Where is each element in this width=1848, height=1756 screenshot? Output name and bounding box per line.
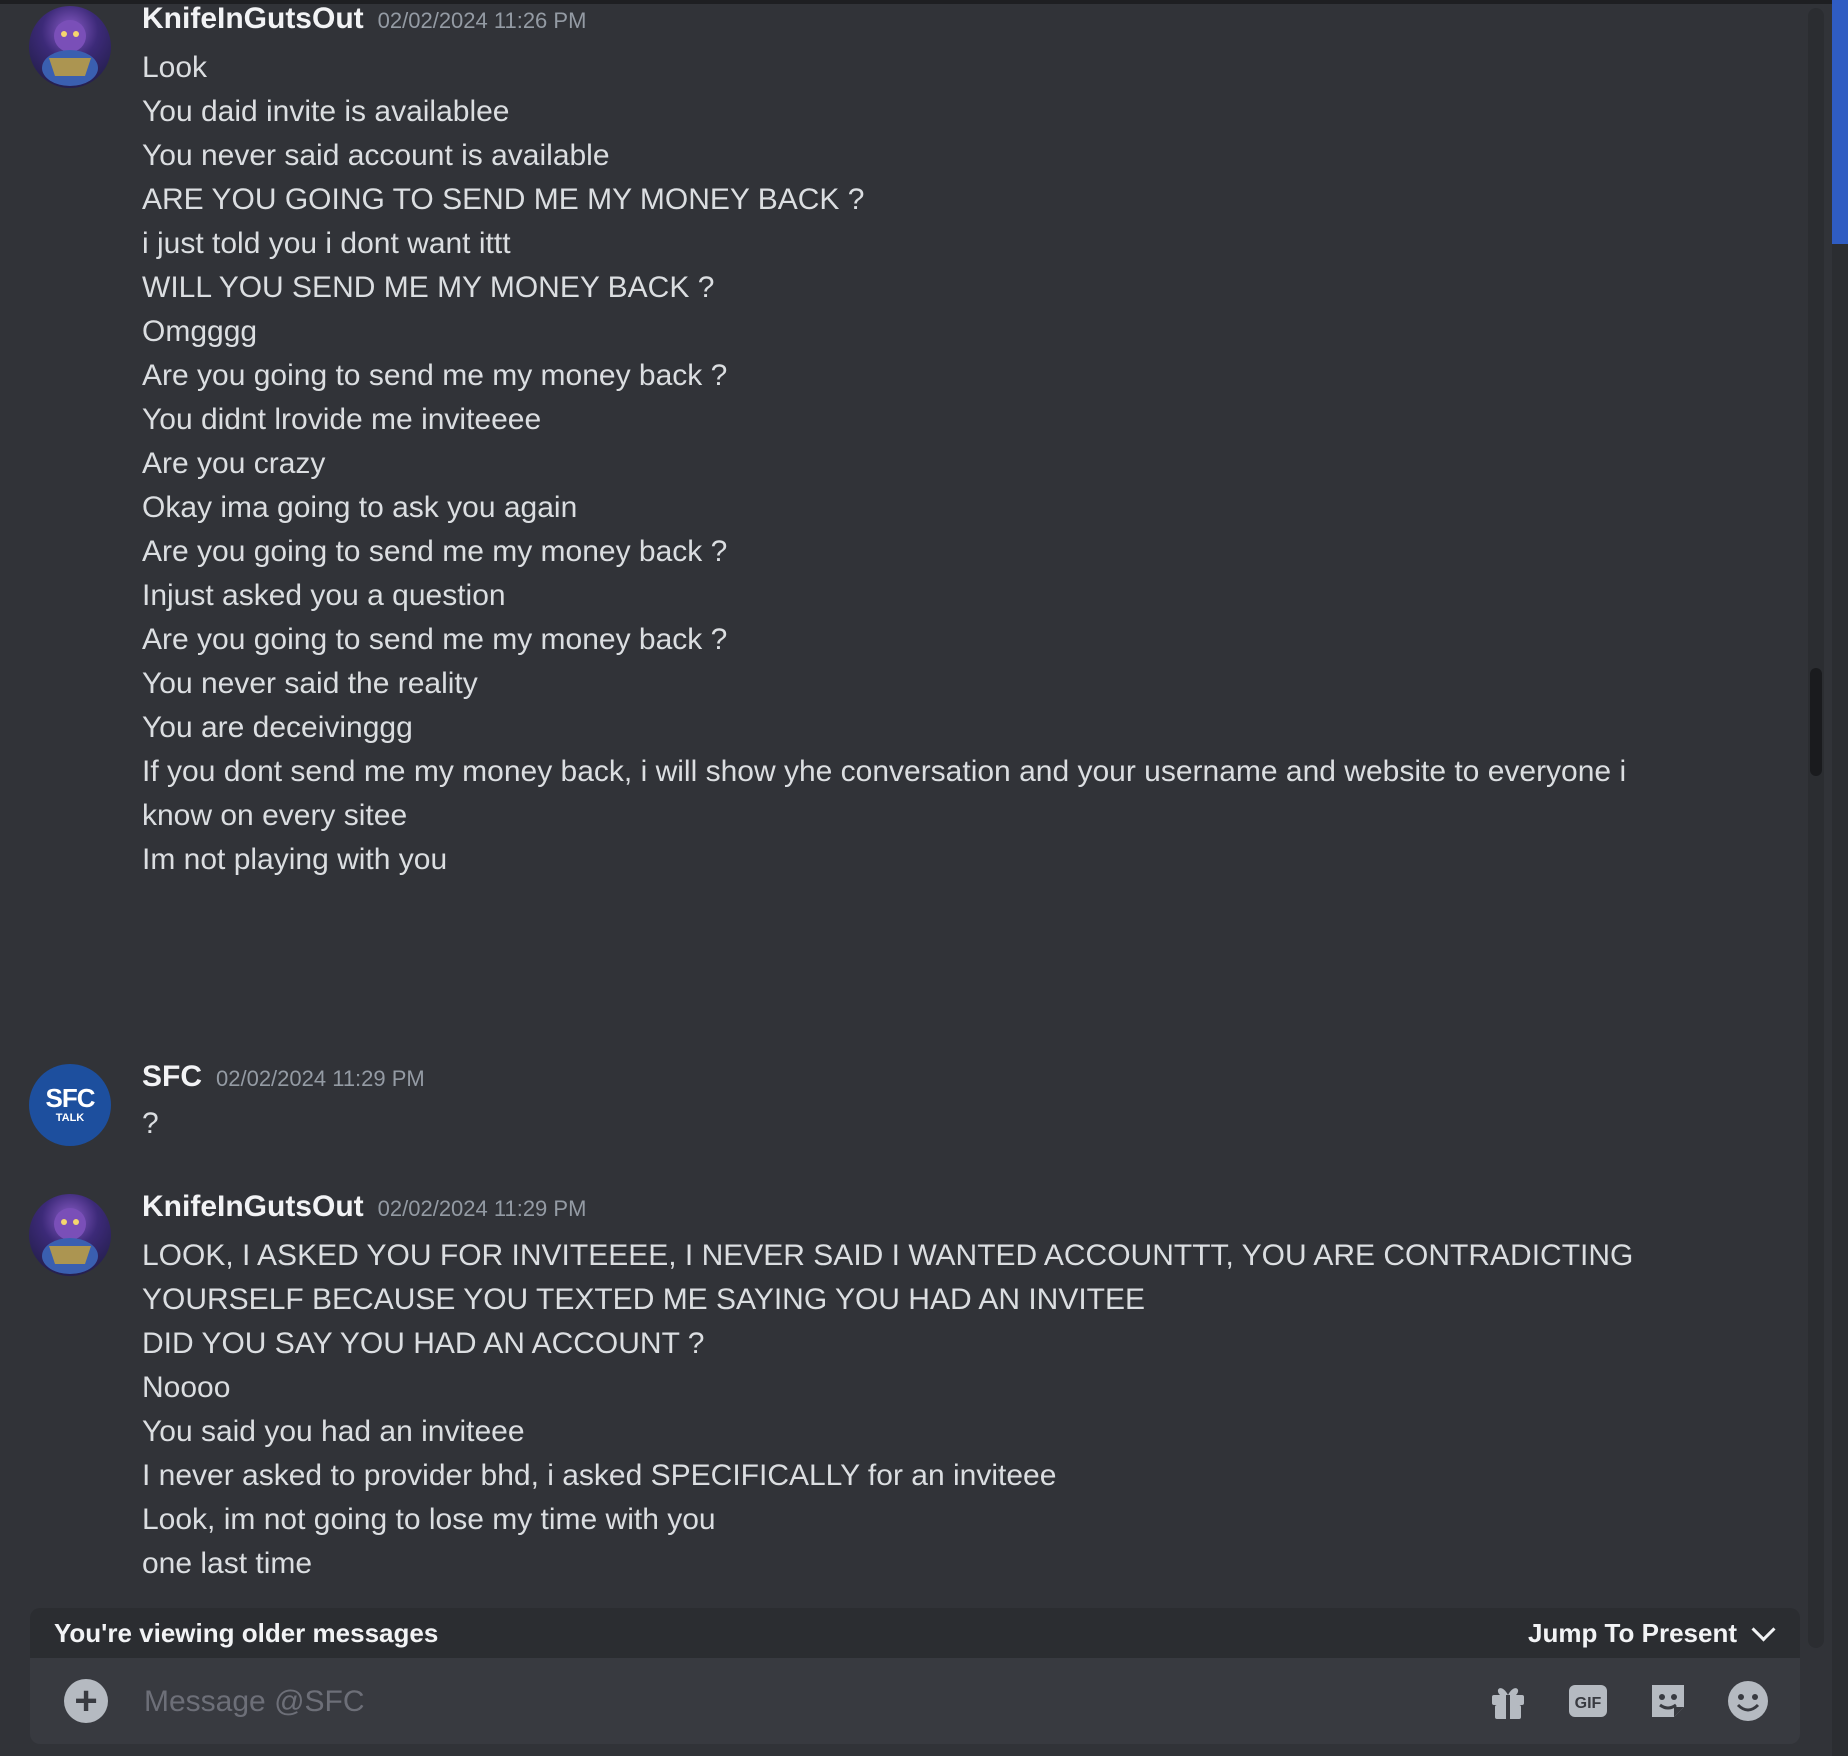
older-messages-text: You're viewing older messages <box>54 1617 439 1648</box>
side-strip <box>1832 244 1848 1756</box>
scrollbar-track[interactable] <box>1808 8 1824 1648</box>
message-text: i just told you i dont want ittt <box>142 227 511 260</box>
gif-icon[interactable]: GIF <box>1566 1679 1610 1723</box>
message-input[interactable] <box>142 1676 1446 1728</box>
message-list[interactable]: KnifeInGutsOut 02/02/2024 11:26 PM Look Y… <box>0 0 1808 1610</box>
message-text: DID YOU SAY YOU HAD AN ACCOUNT ? <box>142 1327 705 1360</box>
user-avatar[interactable] <box>29 6 111 88</box>
message-text: Look, im not going to lose my time with … <box>142 1503 716 1536</box>
user-avatar[interactable]: SFC TALK <box>29 1064 111 1146</box>
message-lines: Look You daid invite is availablee You n… <box>142 46 1662 882</box>
message-text: LOOK, I ASKED YOU FOR INVITEEEE, I NEVER… <box>142 1239 1634 1316</box>
message-composer: + GIF <box>30 1658 1800 1744</box>
message-text: You daid invite is availablee <box>142 95 510 128</box>
user-avatar[interactable] <box>29 1194 111 1276</box>
message-text: Are you going to send me my money back ? <box>142 623 728 656</box>
chevron-down-icon <box>1751 1616 1776 1642</box>
sticker-icon[interactable] <box>1646 1679 1690 1723</box>
message-header: KnifeInGutsOut 02/02/2024 11:26 PM <box>142 2 586 36</box>
message-text: ? <box>142 1107 159 1140</box>
timestamp[interactable]: 02/02/2024 11:29 PM <box>378 1196 587 1221</box>
message-header: SFC 02/02/2024 11:29 PM <box>142 1060 425 1094</box>
emoji-icon[interactable] <box>1726 1679 1770 1723</box>
message-text: Im not playing with you <box>142 843 448 876</box>
message-text: Omgggg <box>142 315 258 348</box>
message-text: You never said account is available <box>142 139 610 172</box>
avatar-text: SFC <box>45 1083 96 1113</box>
jump-to-present-label: Jump To Present <box>1527 1617 1737 1648</box>
timestamp[interactable]: 02/02/2024 11:29 PM <box>216 1066 425 1091</box>
message-text: one last time <box>142 1547 313 1580</box>
message-text: Are you crazy <box>142 447 326 480</box>
username[interactable]: KnifeInGutsOut <box>142 1190 364 1223</box>
message-text: Look <box>142 51 208 84</box>
message-text: You didnt lrovide me inviteeee <box>142 403 542 436</box>
message-text: Are you going to send me my money back ? <box>142 359 728 392</box>
message-lines: ? <box>142 1102 1662 1146</box>
message-header: KnifeInGutsOut 02/02/2024 11:29 PM <box>142 1190 586 1224</box>
avatar-subtext: TALK <box>55 1112 85 1124</box>
accent-strip <box>1832 0 1848 244</box>
plus-circle-icon[interactable]: + <box>64 1679 108 1723</box>
username[interactable]: SFC <box>142 1060 202 1093</box>
svg-text:GIF: GIF <box>1575 1695 1602 1712</box>
message-text: Noooo <box>142 1371 231 1404</box>
message-lines: LOOK, I ASKED YOU FOR INVITEEEE, I NEVER… <box>142 1234 1662 1586</box>
message-text: WILL YOU SEND ME MY MONEY BACK ? <box>142 271 715 304</box>
message-text: Okay ima going to ask you again <box>142 491 578 524</box>
message-text: ARE YOU GOING TO SEND ME MY MONEY BACK ? <box>142 183 865 216</box>
timestamp[interactable]: 02/02/2024 11:26 PM <box>378 8 587 33</box>
message-text: If you dont send me my money back, i wil… <box>142 755 1627 832</box>
message-text: Are you going to send me my money back ? <box>142 535 728 568</box>
message-text: I never asked to provider bhd, i asked S… <box>142 1459 1057 1492</box>
scrollbar-thumb[interactable] <box>1810 668 1822 776</box>
message-text: You said you had an inviteee <box>142 1415 525 1448</box>
older-messages-banner: You're viewing older messages Jump To Pr… <box>30 1608 1800 1658</box>
message-text: Injust asked you a question <box>142 579 506 612</box>
jump-to-present-button[interactable]: Jump To Present <box>1527 1616 1776 1649</box>
message-text: You never said the reality <box>142 667 478 700</box>
gift-icon[interactable] <box>1486 1679 1530 1723</box>
message-text: You are deceivinggg <box>142 711 413 744</box>
username[interactable]: KnifeInGutsOut <box>142 2 364 35</box>
